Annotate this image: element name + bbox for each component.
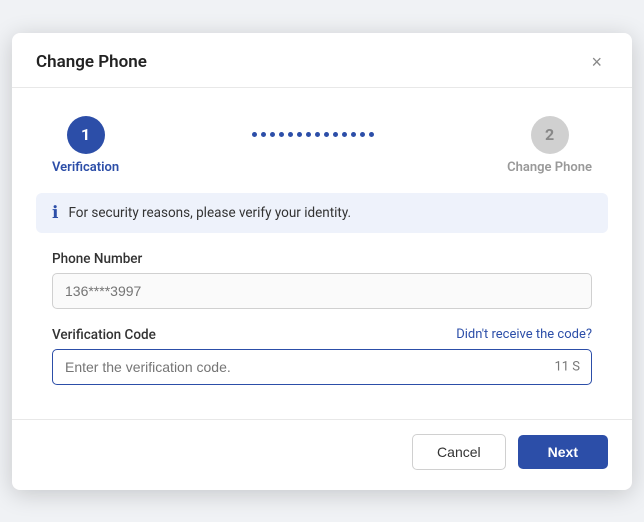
modal-header: Change Phone × [12,33,632,88]
step-1: 1 Verification [52,116,119,175]
dot [279,132,284,137]
dot [252,132,257,137]
dot [360,132,365,137]
dot [261,132,266,137]
form-body: Phone Number Verification Code Didn't re… [12,251,632,419]
dot [297,132,302,137]
modal-overlay: Change Phone × 1 Verification [0,0,644,522]
step-2: 2 Change Phone [507,116,592,175]
dot [288,132,293,137]
step-2-label: Change Phone [507,160,592,175]
dot [324,132,329,137]
next-button[interactable]: Next [518,435,608,469]
dot [342,132,347,137]
cancel-button[interactable]: Cancel [412,434,506,470]
dot [270,132,275,137]
step-2-circle: 2 [531,116,569,154]
info-banner: ℹ For security reasons, please verify yo… [36,193,608,233]
stepper: 1 Verification [12,88,632,193]
phone-field-group: Phone Number [52,251,592,309]
modal-dialog: Change Phone × 1 Verification [12,33,632,490]
dot [369,132,374,137]
dot [351,132,356,137]
close-button[interactable]: × [585,51,608,73]
modal-footer: Cancel Next [12,419,632,490]
info-icon: ℹ [52,203,58,223]
info-text: For security reasons, please verify your… [68,205,351,221]
phone-input[interactable] [52,273,592,309]
phone-label: Phone Number [52,251,592,267]
step-1-circle: 1 [67,116,105,154]
verification-field-group: Verification Code Didn't receive the cod… [52,327,592,385]
dot [333,132,338,137]
step-1-label: Verification [52,160,119,175]
step-connector [119,132,507,137]
resend-link[interactable]: Didn't receive the code? [456,327,592,342]
dot [306,132,311,137]
verification-input-wrapper: 11 S [52,349,592,385]
verification-label-row: Verification Code Didn't receive the cod… [52,327,592,343]
dot-line [252,132,374,137]
modal-title: Change Phone [36,52,147,72]
verification-input[interactable] [52,349,592,385]
dot [315,132,320,137]
verification-label: Verification Code [52,327,156,343]
